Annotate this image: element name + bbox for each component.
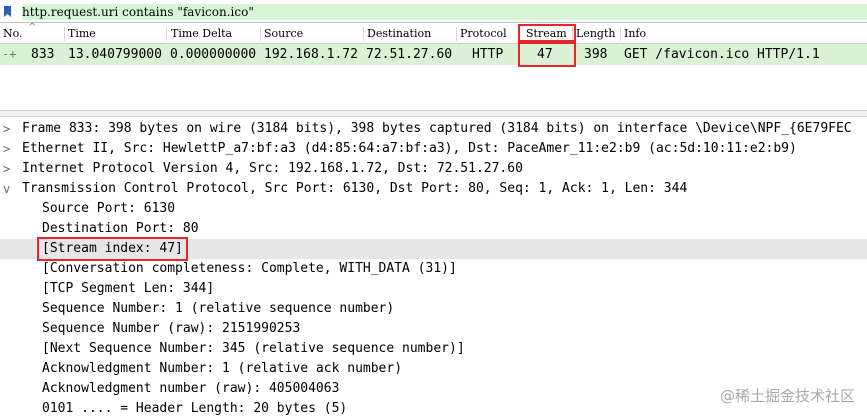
packet-time-delta: 0.000000000 <box>170 47 257 62</box>
tree-item-frame[interactable]: > Frame 833: 398 bytes on wire (3184 bit… <box>0 119 867 139</box>
packet-row[interactable]: -+ 833 13.040799000 0.000000000 192.168.… <box>0 44 867 65</box>
tcp-field[interactable]: [Next Sequence Number: 345 (relative seq… <box>0 339 867 359</box>
packet-source: 192.168.1.72 <box>264 47 358 62</box>
column-protocol[interactable]: Protocol <box>460 25 507 43</box>
packet-arrow-icon: -+ <box>2 47 17 61</box>
packet-protocol: HTTP <box>472 47 504 62</box>
stream-index-highlight <box>37 237 188 261</box>
chevron-right-icon[interactable]: > <box>3 119 17 139</box>
bookmark-icon[interactable] <box>0 0 15 22</box>
packet-length: 398 <box>584 47 608 62</box>
chevron-right-icon[interactable]: > <box>3 159 17 179</box>
display-filter-input[interactable]: http.request.uri contains "favicon.ico" <box>22 4 867 20</box>
stream-header-highlight <box>518 24 576 42</box>
packet-details-tree: > Frame 833: 398 bytes on wire (3184 bit… <box>0 119 867 419</box>
column-length[interactable]: Length <box>576 25 615 43</box>
packet-destination: 72.51.27.60 <box>366 47 453 62</box>
column-source[interactable]: Source <box>264 25 303 43</box>
packet-info: GET /favicon.ico HTTP/1.1 <box>624 47 820 62</box>
column-time-delta[interactable]: Time Delta <box>171 25 232 43</box>
tree-item-ipv4[interactable]: > Internet Protocol Version 4, Src: 192.… <box>0 159 867 179</box>
sort-caret-icon: ^ <box>28 22 37 33</box>
tcp-field[interactable]: Sequence Number (raw): 2151990253 <box>0 319 867 339</box>
stream-value-highlight <box>518 42 576 67</box>
display-filter-bar[interactable]: http.request.uri contains "favicon.ico" <box>0 0 867 23</box>
chevron-right-icon[interactable]: > <box>3 139 17 159</box>
tcp-field[interactable]: Sequence Number: 1 (relative sequence nu… <box>0 299 867 319</box>
tree-item-ethernet[interactable]: > Ethernet II, Src: HewlettP_a7:bf:a3 (d… <box>0 139 867 159</box>
column-no[interactable]: No. <box>3 25 23 43</box>
tcp-field[interactable]: Destination Port: 80 <box>0 219 867 239</box>
watermark: @稀土掘金技术社区 <box>719 386 855 405</box>
column-info[interactable]: Info <box>624 25 646 43</box>
packet-list-header: No. ^ Time Time Delta Source Destination… <box>0 22 867 44</box>
tree-item-tcp[interactable]: v Transmission Control Protocol, Src Por… <box>0 179 867 199</box>
tcp-field[interactable]: Acknowledgment Number: 1 (relative ack n… <box>0 359 867 379</box>
tcp-field[interactable]: [Conversation completeness: Complete, WI… <box>0 259 867 279</box>
column-time[interactable]: Time <box>68 25 96 43</box>
column-destination[interactable]: Destination <box>367 25 431 43</box>
tcp-field[interactable]: Source Port: 6130 <box>0 199 867 219</box>
packet-no: 833 <box>31 47 55 62</box>
pane-splitter[interactable] <box>0 110 867 117</box>
tcp-field[interactable]: [TCP Segment Len: 344] <box>0 279 867 299</box>
packet-time: 13.040799000 <box>68 47 162 62</box>
chevron-down-icon[interactable]: v <box>3 179 17 199</box>
